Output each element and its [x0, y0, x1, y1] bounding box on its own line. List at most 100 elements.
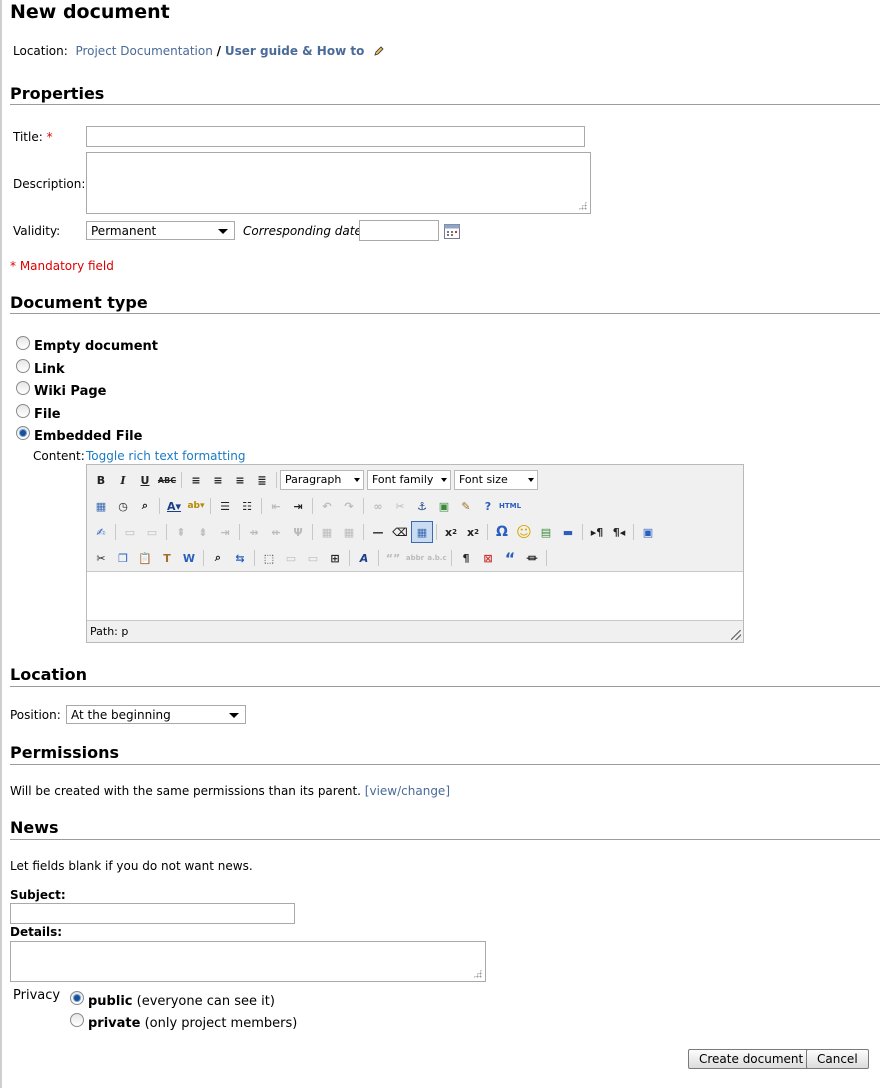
editor-content-area[interactable] [87, 571, 743, 621]
rtl-icon[interactable]: ¶◂ [608, 521, 630, 543]
abbr-icon[interactable]: abbr [404, 547, 426, 569]
editor-resize-handle[interactable] [731, 630, 741, 640]
text-color-icon[interactable]: A▾ [163, 495, 185, 517]
copy-icon[interactable]: ❐ [112, 547, 134, 569]
paste-icon[interactable]: 📋 [134, 547, 156, 569]
description-textarea[interactable] [86, 152, 591, 214]
find-icon[interactable]: ⌕ [207, 547, 229, 569]
remove-format-icon[interactable]: ⌫ [389, 521, 411, 543]
radio-embedded-file[interactable] [16, 426, 30, 440]
layer-icon[interactable]: ▬ [557, 521, 579, 543]
insert-break-icon[interactable]: ⏛ [521, 547, 543, 569]
superscript-icon[interactable]: x2 [462, 521, 484, 543]
delete-row-icon[interactable]: ⇥ [214, 521, 236, 543]
align-right-icon[interactable]: ≡ [229, 469, 251, 491]
cite-icon[interactable]: “” [382, 547, 404, 569]
cut-icon[interactable]: ✂ [90, 547, 112, 569]
highlight-color-icon[interactable]: ab▾ [185, 495, 207, 517]
absolute-icon[interactable]: ⊞ [324, 547, 346, 569]
permissions-view-change-link[interactable]: [view/change] [365, 784, 450, 798]
pagebreak-icon[interactable]: ⊠ [477, 547, 499, 569]
radio-empty-document[interactable] [16, 336, 30, 350]
subject-input[interactable] [10, 903, 295, 924]
html-source-icon[interactable]: HTML [499, 495, 521, 517]
unlink-icon[interactable]: ✂ [389, 495, 411, 517]
bold-icon[interactable]: B [90, 469, 112, 491]
insert-col-after-icon[interactable]: ⇷ [265, 521, 287, 543]
preview-icon[interactable]: ⌕ [134, 495, 156, 517]
cancel-button[interactable]: Cancel [806, 1049, 869, 1069]
hr-icon[interactable]: — [367, 521, 389, 543]
date-input[interactable] [359, 220, 439, 241]
insert-row-before-icon[interactable]: ⇞ [170, 521, 192, 543]
insert-col-before-icon[interactable]: ⇸ [243, 521, 265, 543]
emoticon-icon[interactable]: ☺ [513, 521, 535, 543]
justify-icon[interactable]: ≣ [251, 469, 273, 491]
required-mark: * [46, 130, 53, 144]
indent-icon[interactable]: ⇥ [287, 495, 309, 517]
bullet-list-icon[interactable]: ☰ [214, 495, 236, 517]
image-icon[interactable]: ▣ [433, 495, 455, 517]
replace-icon[interactable]: ⇆ [229, 547, 251, 569]
breadcrumb-parent-link[interactable]: Project Documentation [75, 44, 212, 58]
breadcrumb-separator: / [216, 44, 222, 58]
link-icon[interactable]: ∞ [367, 495, 389, 517]
delete-col-icon[interactable]: Ψ [287, 521, 309, 543]
anchor-icon[interactable]: ⚓ [411, 495, 433, 517]
toggle-rich-text-link[interactable]: Toggle rich text formatting [86, 449, 245, 463]
radio-public[interactable] [70, 991, 84, 1005]
calendar-icon[interactable] [444, 224, 460, 239]
insert-time-icon[interactable]: ◷ [112, 495, 134, 517]
insert-row-after-icon[interactable]: ⇟ [192, 521, 214, 543]
insert-date-icon[interactable]: ▦ [90, 495, 112, 517]
nonbreaking-icon[interactable]: ¶ [455, 547, 477, 569]
strikethrough-icon[interactable]: ABC [156, 469, 178, 491]
outdent-icon[interactable]: ⇤ [265, 495, 287, 517]
visual-aid-icon[interactable]: ⬚ [258, 547, 280, 569]
toolbar-separator [239, 524, 240, 540]
fullscreen-icon[interactable]: ▣ [637, 521, 659, 543]
radio-private[interactable] [70, 1013, 84, 1027]
paste-text-icon[interactable]: T [156, 547, 178, 569]
help-icon[interactable]: ? [477, 495, 499, 517]
radio-wiki-page[interactable] [16, 381, 30, 395]
table-cell-props-icon[interactable]: ▭ [141, 521, 163, 543]
undo-icon[interactable]: ↶ [316, 495, 338, 517]
italic-icon[interactable]: I [112, 469, 134, 491]
media-icon[interactable]: ▤ [535, 521, 557, 543]
edit-attributes-icon[interactable]: ✍ [90, 521, 112, 543]
blockquote-icon[interactable]: “ [499, 547, 521, 569]
underline-icon[interactable]: U [134, 469, 156, 491]
move-backward-icon[interactable]: ▭ [302, 547, 324, 569]
table-icon[interactable]: ▦ [411, 521, 433, 543]
merge-cells-icon[interactable]: ▦ [338, 521, 360, 543]
validity-select[interactable]: Permanent [86, 221, 235, 240]
split-cells-icon[interactable]: ▦ [316, 521, 338, 543]
align-center-icon[interactable]: ≡ [207, 469, 229, 491]
radio-file[interactable] [16, 404, 30, 418]
redo-icon[interactable]: ↷ [338, 495, 360, 517]
paste-word-icon[interactable]: W [178, 547, 200, 569]
numbered-list-icon[interactable]: ☷ [236, 495, 258, 517]
date-label: Corresponding date: [243, 224, 366, 238]
title-input[interactable] [86, 126, 585, 147]
subscript-icon[interactable]: x2 [440, 521, 462, 543]
position-select[interactable]: At the beginning [66, 705, 246, 724]
cleanup-icon[interactable]: ✎ [455, 495, 477, 517]
special-char-icon[interactable]: Ω [491, 521, 513, 543]
editor-path: Path: p [90, 625, 129, 638]
align-left-icon[interactable]: ≡ [185, 469, 207, 491]
font-size-select[interactable]: Font size [454, 470, 538, 490]
move-forward-icon[interactable]: ▭ [280, 547, 302, 569]
styles-icon[interactable]: A [353, 547, 375, 569]
table-row-props-icon[interactable]: ▭ [119, 521, 141, 543]
format-select[interactable]: Paragraph [280, 470, 364, 490]
create-document-button[interactable]: Create document [688, 1049, 815, 1069]
font-family-select[interactable]: Font family [367, 470, 451, 490]
details-textarea[interactable] [10, 941, 486, 982]
acronym-icon[interactable]: a.b.c [426, 547, 448, 569]
edit-pencil-icon[interactable] [374, 46, 384, 56]
ltr-icon[interactable]: ▸¶ [586, 521, 608, 543]
radio-link[interactable] [16, 359, 30, 373]
breadcrumb-label: Location: [13, 44, 68, 58]
